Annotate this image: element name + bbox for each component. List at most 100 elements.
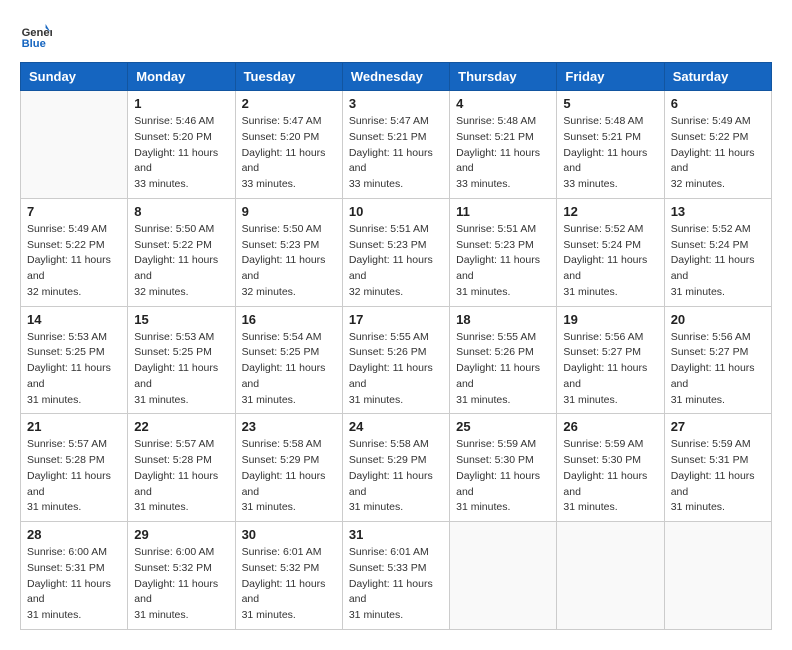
calendar-cell: 11 Sunrise: 5:51 AMSunset: 5:23 PMDayligh… xyxy=(450,198,557,306)
day-info: Sunrise: 5:51 AMSunset: 5:23 PMDaylight:… xyxy=(349,222,443,301)
day-info: Sunrise: 5:53 AMSunset: 5:25 PMDaylight:… xyxy=(27,330,121,409)
day-number: 25 xyxy=(456,419,550,434)
calendar-cell: 26Sunrise: 5:59 AMSunset: 5:30 PMDayligh… xyxy=(557,414,664,522)
calendar-cell: 24 Sunrise: 5:58 AMSunset: 5:29 PMDayligh… xyxy=(342,414,449,522)
calendar-cell: 4 Sunrise: 5:48 AMSunset: 5:21 PMDaylight… xyxy=(450,91,557,199)
calendar-cell: 3Sunrise: 5:47 AMSunset: 5:21 PMDaylight… xyxy=(342,91,449,199)
day-number: 1 xyxy=(134,96,228,111)
calendar-week-row: 1 Sunrise: 5:46 AMSunset: 5:20 PMDaylight… xyxy=(21,91,772,199)
day-info: Sunrise: 5:50 AMSunset: 5:23 PMDaylight:… xyxy=(242,222,336,301)
day-info: Sunrise: 5:56 AMSunset: 5:27 PMDaylight:… xyxy=(563,330,657,409)
day-info: Sunrise: 5:55 AMSunset: 5:26 PMDaylight:… xyxy=(349,330,443,409)
day-number: 14 xyxy=(27,312,121,327)
calendar-cell xyxy=(557,522,664,630)
day-info: Sunrise: 5:59 AMSunset: 5:31 PMDaylight:… xyxy=(671,437,765,516)
calendar-cell: 8Sunrise: 5:50 AMSunset: 5:22 PMDaylight… xyxy=(128,198,235,306)
day-number: 31 xyxy=(349,527,443,542)
calendar-cell: 13 Sunrise: 5:52 AMSunset: 5:24 PMDayligh… xyxy=(664,198,771,306)
day-number: 12 xyxy=(563,204,657,219)
calendar-cell: 2 Sunrise: 5:47 AMSunset: 5:20 PMDaylight… xyxy=(235,91,342,199)
day-number: 24 xyxy=(349,419,443,434)
day-number: 3 xyxy=(349,96,443,111)
calendar-week-row: 21 Sunrise: 5:57 AMSunset: 5:28 PMDayligh… xyxy=(21,414,772,522)
calendar-cell: 31Sunrise: 6:01 AMSunset: 5:33 PMDayligh… xyxy=(342,522,449,630)
day-number: 23 xyxy=(242,419,336,434)
day-number: 27 xyxy=(671,419,765,434)
day-info: Sunrise: 5:49 AMSunset: 5:22 PMDaylight:… xyxy=(671,114,765,193)
calendar-table: SundayMondayTuesdayWednesdayThursdayFrid… xyxy=(20,62,772,630)
day-info: Sunrise: 5:50 AMSunset: 5:22 PMDaylight:… xyxy=(134,222,228,301)
day-info: Sunrise: 5:52 AMSunset: 5:24 PMDaylight:… xyxy=(671,222,765,301)
day-info: Sunrise: 5:56 AMSunset: 5:27 PMDaylight:… xyxy=(671,330,765,409)
weekday-header-thursday: Thursday xyxy=(450,63,557,91)
calendar-cell xyxy=(664,522,771,630)
calendar-cell xyxy=(450,522,557,630)
day-info: Sunrise: 5:51 AMSunset: 5:23 PMDaylight:… xyxy=(456,222,550,301)
calendar-cell: 22 Sunrise: 5:57 AMSunset: 5:28 PMDayligh… xyxy=(128,414,235,522)
day-info: Sunrise: 5:47 AMSunset: 5:20 PMDaylight:… xyxy=(242,114,336,193)
calendar-cell: 18Sunrise: 5:55 AMSunset: 5:26 PMDayligh… xyxy=(450,306,557,414)
calendar-cell: 23 Sunrise: 5:58 AMSunset: 5:29 PMDayligh… xyxy=(235,414,342,522)
calendar-week-row: 7 Sunrise: 5:49 AMSunset: 5:22 PMDaylight… xyxy=(21,198,772,306)
calendar-cell: 25 Sunrise: 5:59 AMSunset: 5:30 PMDayligh… xyxy=(450,414,557,522)
weekday-header-sunday: Sunday xyxy=(21,63,128,91)
calendar-cell: 10 Sunrise: 5:51 AMSunset: 5:23 PMDayligh… xyxy=(342,198,449,306)
day-number: 22 xyxy=(134,419,228,434)
day-number: 10 xyxy=(349,204,443,219)
day-info: Sunrise: 5:46 AMSunset: 5:20 PMDaylight:… xyxy=(134,114,228,193)
day-info: Sunrise: 5:58 AMSunset: 5:29 PMDaylight:… xyxy=(349,437,443,516)
weekday-header-monday: Monday xyxy=(128,63,235,91)
calendar-cell: 27 Sunrise: 5:59 AMSunset: 5:31 PMDayligh… xyxy=(664,414,771,522)
day-number: 26 xyxy=(563,419,657,434)
day-number: 28 xyxy=(27,527,121,542)
svg-text:Blue: Blue xyxy=(22,38,46,50)
day-info: Sunrise: 5:54 AMSunset: 5:25 PMDaylight:… xyxy=(242,330,336,409)
day-number: 2 xyxy=(242,96,336,111)
day-number: 4 xyxy=(456,96,550,111)
day-number: 6 xyxy=(671,96,765,111)
day-info: Sunrise: 5:58 AMSunset: 5:29 PMDaylight:… xyxy=(242,437,336,516)
day-number: 5 xyxy=(563,96,657,111)
day-number: 17 xyxy=(349,312,443,327)
calendar-week-row: 14 Sunrise: 5:53 AMSunset: 5:25 PMDayligh… xyxy=(21,306,772,414)
calendar-cell: 5 Sunrise: 5:48 AMSunset: 5:21 PMDaylight… xyxy=(557,91,664,199)
calendar-cell: 21Sunrise: 5:57 AMSunset: 5:28 PMDayligh… xyxy=(21,414,128,522)
day-info: Sunrise: 5:59 AMSunset: 5:30 PMDaylight:… xyxy=(456,437,550,516)
day-info: Sunrise: 5:55 AMSunset: 5:26 PMDaylight:… xyxy=(456,330,550,409)
day-number: 16 xyxy=(242,312,336,327)
day-number: 20 xyxy=(671,312,765,327)
day-number: 13 xyxy=(671,204,765,219)
day-number: 21 xyxy=(27,419,121,434)
day-number: 29 xyxy=(134,527,228,542)
day-info: Sunrise: 5:57 AMSunset: 5:28 PMDaylight:… xyxy=(134,437,228,516)
calendar-cell: 29Sunrise: 6:00 AMSunset: 5:32 PMDayligh… xyxy=(128,522,235,630)
weekday-header-tuesday: Tuesday xyxy=(235,63,342,91)
calendar-cell: 17 Sunrise: 5:55 AMSunset: 5:26 PMDayligh… xyxy=(342,306,449,414)
calendar-cell xyxy=(21,91,128,199)
day-number: 7 xyxy=(27,204,121,219)
logo: General Blue xyxy=(20,20,56,52)
calendar-cell: 30Sunrise: 6:01 AMSunset: 5:32 PMDayligh… xyxy=(235,522,342,630)
calendar-cell: 28Sunrise: 6:00 AMSunset: 5:31 PMDayligh… xyxy=(21,522,128,630)
day-info: Sunrise: 5:49 AMSunset: 5:22 PMDaylight:… xyxy=(27,222,121,301)
weekday-header-row: SundayMondayTuesdayWednesdayThursdayFrid… xyxy=(21,63,772,91)
calendar-week-row: 28Sunrise: 6:00 AMSunset: 5:31 PMDayligh… xyxy=(21,522,772,630)
calendar-cell: 14 Sunrise: 5:53 AMSunset: 5:25 PMDayligh… xyxy=(21,306,128,414)
logo-icon: General Blue xyxy=(20,20,52,52)
calendar-cell: 19 Sunrise: 5:56 AMSunset: 5:27 PMDayligh… xyxy=(557,306,664,414)
day-info: Sunrise: 5:52 AMSunset: 5:24 PMDaylight:… xyxy=(563,222,657,301)
calendar-cell: 15Sunrise: 5:53 AMSunset: 5:25 PMDayligh… xyxy=(128,306,235,414)
calendar-cell: 9Sunrise: 5:50 AMSunset: 5:23 PMDaylight… xyxy=(235,198,342,306)
day-number: 15 xyxy=(134,312,228,327)
day-info: Sunrise: 5:48 AMSunset: 5:21 PMDaylight:… xyxy=(456,114,550,193)
calendar-cell: 16 Sunrise: 5:54 AMSunset: 5:25 PMDayligh… xyxy=(235,306,342,414)
weekday-header-saturday: Saturday xyxy=(664,63,771,91)
day-number: 19 xyxy=(563,312,657,327)
calendar-cell: 12 Sunrise: 5:52 AMSunset: 5:24 PMDayligh… xyxy=(557,198,664,306)
calendar-cell: 1 Sunrise: 5:46 AMSunset: 5:20 PMDaylight… xyxy=(128,91,235,199)
day-number: 11 xyxy=(456,204,550,219)
calendar-cell: 7 Sunrise: 5:49 AMSunset: 5:22 PMDaylight… xyxy=(21,198,128,306)
page-header: General Blue xyxy=(20,20,772,52)
day-number: 30 xyxy=(242,527,336,542)
day-info: Sunrise: 5:48 AMSunset: 5:21 PMDaylight:… xyxy=(563,114,657,193)
